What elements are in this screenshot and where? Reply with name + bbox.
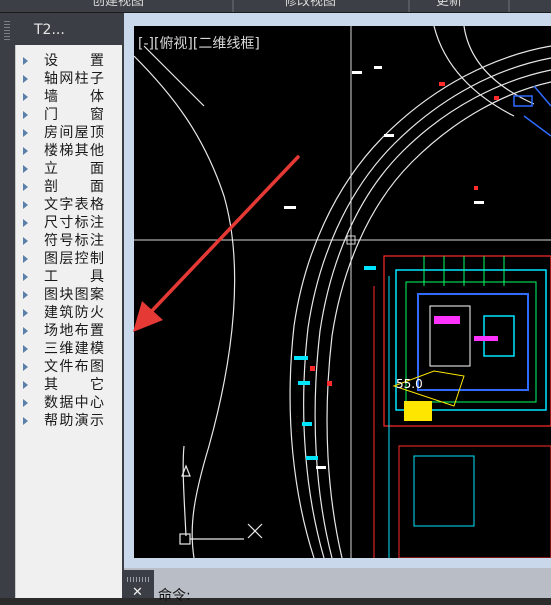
menu-item-fire-protection[interactable]: 建筑防火 bbox=[16, 304, 122, 322]
ribbon-separator bbox=[508, 0, 510, 12]
menu-item-site-layout[interactable]: 场地布置 bbox=[16, 322, 122, 340]
menu-item-text-table[interactable]: 文字表格 bbox=[16, 196, 122, 214]
ribbon-bar: 创建视图 修改视图 更新 bbox=[0, 0, 551, 13]
road-lines bbox=[134, 26, 551, 558]
expand-arrow-icon bbox=[23, 255, 28, 263]
viewport-controls-label[interactable]: [-][俯视][二维线框] bbox=[138, 33, 260, 53]
expand-arrow-icon bbox=[23, 327, 28, 335]
menu-item-file-layout[interactable]: 文件布图 bbox=[16, 358, 122, 376]
drag-grip-icon[interactable] bbox=[4, 21, 10, 41]
menu-item-room-roof[interactable]: 房间屋顶 bbox=[16, 124, 122, 142]
ribbon-tab-update[interactable]: 更新 bbox=[436, 0, 462, 10]
menu-item-block-pattern[interactable]: 图块图案 bbox=[16, 286, 122, 304]
menu-item-wall[interactable]: 墙 体 bbox=[16, 88, 122, 106]
expand-arrow-icon bbox=[23, 57, 28, 65]
expand-arrow-icon bbox=[23, 219, 28, 227]
expand-arrow-icon bbox=[23, 363, 28, 371]
menu-item-axis-column[interactable]: 轴网柱子 bbox=[16, 70, 122, 88]
menu-item-layer-control[interactable]: 图层控制 bbox=[16, 250, 122, 268]
menu-item-symbol[interactable]: 符号标注 bbox=[16, 232, 122, 250]
tool-palette-menu: 设 置 轴网柱子 墙 体 门 窗 房间屋顶 楼梯其他 立 面 剖 面 文字表格 … bbox=[15, 45, 122, 598]
menu-item-tools[interactable]: 工 具 bbox=[16, 268, 122, 286]
menu-item-section[interactable]: 剖 面 bbox=[16, 178, 122, 196]
menu-item-help-demo[interactable]: 帮助演示 bbox=[16, 412, 122, 430]
expand-arrow-icon bbox=[23, 417, 28, 425]
drawing-canvas[interactable]: 55.0 [-][俯视][二维线框] bbox=[134, 26, 551, 558]
expand-arrow-icon bbox=[23, 75, 28, 83]
ribbon-separator bbox=[408, 0, 410, 12]
menu-item-stairs-other[interactable]: 楼梯其他 bbox=[16, 142, 122, 160]
menu-item-settings[interactable]: 设 置 bbox=[16, 52, 122, 70]
expand-arrow-icon bbox=[23, 309, 28, 317]
menu-item-other[interactable]: 其 它 bbox=[16, 376, 122, 394]
menu-item-door-window[interactable]: 门 窗 bbox=[16, 106, 122, 124]
expand-arrow-icon bbox=[23, 291, 28, 299]
expand-arrow-icon bbox=[23, 111, 28, 119]
expand-arrow-icon bbox=[23, 381, 28, 389]
expand-arrow-icon bbox=[23, 201, 28, 209]
expand-arrow-icon bbox=[23, 273, 28, 281]
cad-drawing: 55.0 bbox=[134, 26, 551, 558]
expand-arrow-icon bbox=[23, 165, 28, 173]
menu-item-elevation[interactable]: 立 面 bbox=[16, 160, 122, 178]
expand-arrow-icon bbox=[23, 237, 28, 245]
menu-item-3d-modeling[interactable]: 三维建模 bbox=[16, 340, 122, 358]
dimension-annotation: 55.0 bbox=[396, 377, 423, 391]
expand-arrow-icon bbox=[23, 147, 28, 155]
tool-palette-header[interactable]: T2... bbox=[0, 17, 124, 45]
ribbon-separator bbox=[232, 0, 234, 12]
close-icon[interactable]: ✕ bbox=[132, 586, 143, 599]
ribbon-tab-create-view[interactable]: 创建视图 bbox=[92, 0, 144, 10]
expand-arrow-icon bbox=[23, 399, 28, 407]
expand-arrow-icon bbox=[23, 345, 28, 353]
expand-arrow-icon bbox=[23, 183, 28, 191]
ribbon-tab-modify-view[interactable]: 修改视图 bbox=[284, 0, 336, 10]
command-prompt-label: 命令: bbox=[158, 588, 191, 604]
expand-arrow-icon bbox=[23, 129, 28, 137]
building-plan: 55.0 bbox=[294, 82, 551, 558]
drag-grip-icon[interactable] bbox=[127, 577, 151, 582]
expand-arrow-icon bbox=[23, 93, 28, 101]
menu-item-data-center[interactable]: 数据中心 bbox=[16, 394, 122, 412]
menu-item-dimension[interactable]: 尺寸标注 bbox=[16, 214, 122, 232]
tool-palette-title: T2... bbox=[34, 22, 65, 38]
